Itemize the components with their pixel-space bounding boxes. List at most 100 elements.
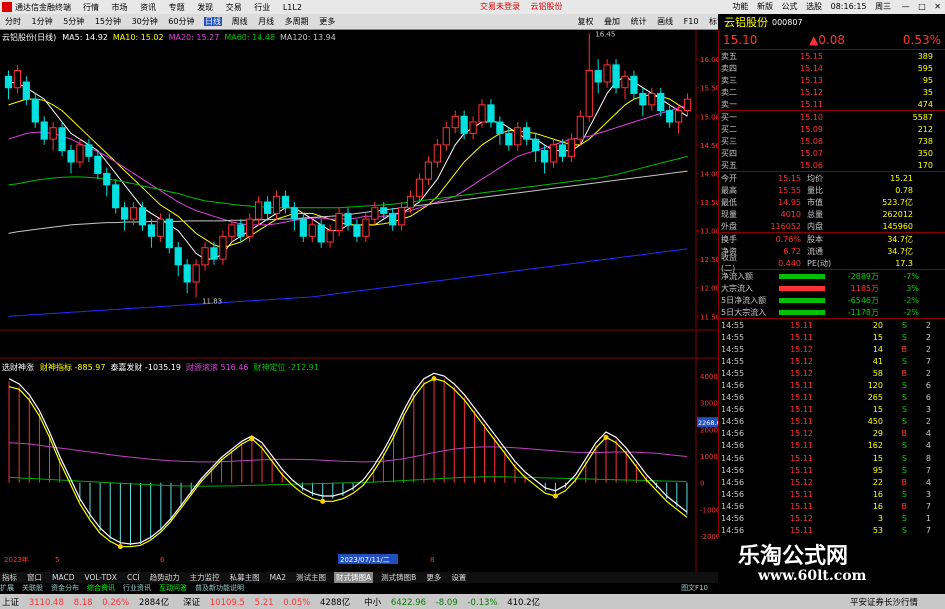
adjust-button[interactable]: 复权 [577, 17, 593, 26]
menu-item[interactable]: 交易 [226, 3, 242, 12]
stat-value: 145960 [882, 221, 913, 231]
info-tab[interactable]: 综合资讯 [87, 583, 115, 593]
sell-row[interactable]: 卖四 15.14 595 [719, 62, 945, 74]
tick-price: 15.11 [790, 501, 813, 511]
period-tab[interactable]: 1分钟 [31, 17, 54, 26]
f10-tab[interactable]: 图文F10 [681, 583, 708, 593]
sell-row[interactable]: 卖三 15.13 95 [719, 74, 945, 86]
tick-price: 15.12 [790, 344, 813, 354]
ind-y-tick-label: 1000 [700, 453, 718, 461]
trade-login-link[interactable]: 交易未登录 [480, 2, 520, 11]
buy-row[interactable]: 买五 15.06 170 [719, 159, 945, 171]
formula-button[interactable]: 公式 [782, 2, 798, 11]
kline-chart-svg[interactable]: 16.00 15.50 15.00 14.50 14.00 13.50 13.00 12.50… [0, 30, 725, 572]
tick-time: 14:55 [721, 320, 745, 330]
stats-button[interactable]: 统计 [631, 17, 647, 26]
tick-price: 15.11 [790, 332, 813, 342]
menu-item[interactable]: 发现 [197, 3, 213, 12]
stat-value: 34.7亿 [887, 246, 913, 256]
period-tab[interactable]: 多周期 [284, 17, 310, 26]
tick-count: 3 [925, 489, 931, 499]
index-smb[interactable]: 中小 6422.96 -8.09 -0.13% 410.2亿 [364, 596, 547, 608]
period-tab[interactable]: 更多 [318, 17, 336, 26]
menu-item[interactable]: 专题 [169, 3, 185, 12]
period-tab[interactable]: 5分钟 [62, 17, 85, 26]
candle-body [192, 264, 200, 283]
menu-item[interactable]: 资讯 [140, 3, 156, 12]
period-tab[interactable]: 15分钟 [94, 17, 122, 26]
tick-side: S [901, 320, 907, 330]
order-price: 15.14 [800, 63, 823, 73]
info-tab[interactable]: 资金分布 [51, 583, 79, 593]
indicator-tab[interactable]: 更多 [424, 572, 443, 583]
indicator-tab[interactable]: VOL-TDX [82, 573, 118, 582]
indicator-tab[interactable]: CCI [125, 573, 142, 582]
tick-side: S [901, 332, 907, 342]
stock-title-link[interactable]: 云铝股份 [531, 2, 563, 11]
minimize-icon[interactable]: — [902, 2, 910, 11]
close-icon[interactable]: ✕ [934, 2, 941, 11]
menu-item[interactable]: L1L2 [283, 3, 302, 12]
period-tab[interactable]: 60分钟 [167, 17, 195, 26]
select-stock-button[interactable]: 选股 [806, 2, 822, 11]
indicator-tab[interactable]: 窗口 [25, 572, 44, 583]
flow-label: 5日净流入额 [721, 295, 767, 305]
info-tab[interactable]: 扩展 [0, 583, 14, 593]
f10-button[interactable]: F10 [684, 17, 699, 26]
candle-body [460, 115, 468, 134]
candle-body [246, 218, 254, 237]
new-version-button[interactable]: 新版 [757, 2, 773, 11]
index-shenzhen[interactable]: 深证 10109.5 5.21 0.05% 4288亿 [183, 596, 357, 608]
maximize-icon[interactable]: □ [918, 2, 926, 11]
indicator-tab-active[interactable]: 财式铸图A [334, 572, 374, 583]
stats-table: 今开 15.15 均价 15.21 最高 15.55 量比 0.78 最低 14.95 市值 523.… [719, 172, 945, 232]
buy-row[interactable]: 买三 15.08 738 [719, 135, 945, 147]
indicator-tab[interactable]: 设置 [449, 572, 468, 583]
indicator-tab[interactable]: 趋势动力 [148, 572, 182, 583]
indicator-tab[interactable]: MA2 [268, 573, 288, 582]
sell-row[interactable]: 卖一 15.11 474 [719, 98, 945, 110]
menu-item[interactable]: 行业 [254, 3, 270, 12]
sell-row[interactable]: 卖五 15.15 389 [719, 50, 945, 62]
stat-value: 0.76% [775, 234, 801, 244]
func-button[interactable]: 功能 [732, 2, 748, 11]
flow-label: 净流入额 [721, 271, 753, 281]
info-tab[interactable]: 普及新功能说明 [195, 583, 244, 593]
tick-price: 15.11 [790, 489, 813, 499]
stat-value: 34.7亿 [887, 234, 913, 244]
indicator-tab[interactable]: 指标 [0, 572, 19, 583]
menu-item[interactable]: 市场 [112, 3, 128, 12]
buy-row[interactable]: 买二 15.09 212 [719, 123, 945, 135]
period-tab[interactable]: 周线 [231, 17, 249, 26]
buy-row[interactable]: 买一 15.10 5587 [719, 111, 945, 123]
tick-list[interactable]: 14:55 15.11 20 S 2 14:55 15.11 15 S 2 14:55 15.12 14… [719, 319, 945, 573]
tick-row: 14:55 15.11 15 S 2 [719, 331, 945, 343]
period-tab[interactable]: 分时 [4, 17, 22, 26]
candle-body [201, 247, 209, 266]
indicator-tab[interactable]: 私募主图 [228, 572, 262, 583]
indicator-tab[interactable]: 主力监控 [188, 572, 222, 583]
y-tick-label: 12.50 [700, 256, 718, 264]
indicator-tab[interactable]: MACD [50, 573, 76, 582]
tick-time: 14:56 [721, 417, 745, 427]
overlay-button[interactable]: 叠加 [604, 17, 620, 26]
buy-row[interactable]: 买四 15.07 350 [719, 147, 945, 159]
y-tick-label: 16.00 [700, 56, 718, 64]
info-tab[interactable]: 互动问答 [159, 583, 187, 593]
chart-area[interactable]: 16.00 15.50 15.00 14.50 14.00 13.50 13.00 12.50… [0, 30, 725, 572]
index-shanghai[interactable]: 上证 3110.48 8.18 0.26% 2884亿 [2, 596, 176, 608]
candle-body [666, 110, 674, 123]
period-tab[interactable]: 月线 [257, 17, 275, 26]
tick-side: B [901, 344, 908, 354]
period-tab-active[interactable]: 日线 [204, 17, 223, 26]
candle-body [424, 161, 433, 180]
info-tab[interactable]: 行业资讯 [123, 583, 151, 593]
draw-button[interactable]: 画线 [657, 17, 673, 26]
menu-item[interactable]: 行情 [83, 3, 99, 12]
sell-row[interactable]: 卖二 15.12 35 [719, 86, 945, 98]
period-tab[interactable]: 30分钟 [131, 17, 159, 26]
info-tab[interactable]: 关联股 [22, 583, 43, 593]
indicator-tab[interactable]: 测式铸图B [379, 572, 418, 583]
indicator-tab[interactable]: 测试主图 [294, 572, 328, 583]
candle-body [406, 195, 415, 209]
